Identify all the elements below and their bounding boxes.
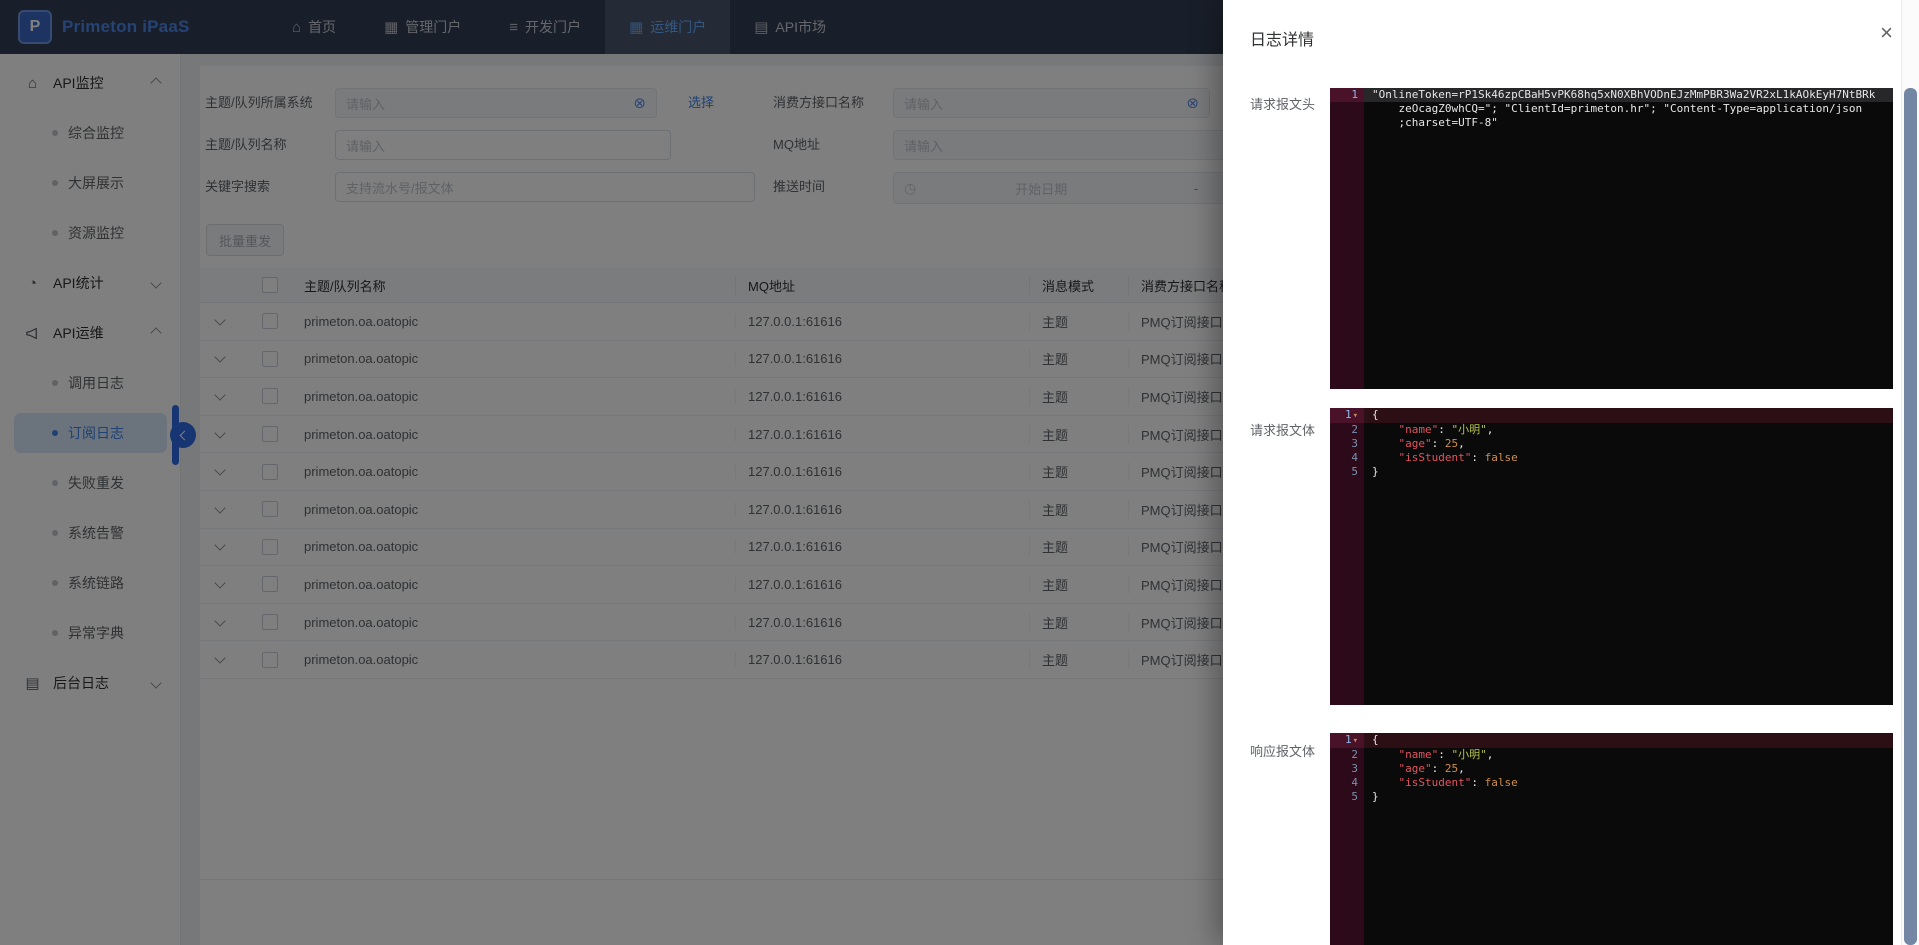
line-number: 2 bbox=[1330, 423, 1364, 437]
code-editor-请求报文头[interactable]: 1 "OnlineToken=rP1Sk46zpCBaH5vPK68hq5xN0… bbox=[1330, 88, 1893, 389]
section-label: 响应报文体 bbox=[1250, 741, 1315, 760]
code-line: 2 "name": "小明", bbox=[1330, 423, 1893, 437]
code-line: 1▾ { bbox=[1330, 408, 1893, 423]
line-number: 1▾ bbox=[1330, 408, 1364, 423]
screen: P Primeton iPaaS ⌂ 首页 ▦ 管理门户 ≡ 开发门户 ▦ 运维… bbox=[0, 0, 1919, 945]
line-number: 4 bbox=[1330, 451, 1364, 465]
line-number: 4 bbox=[1330, 776, 1364, 790]
section-label: 请求报文体 bbox=[1250, 420, 1315, 439]
line-number bbox=[1330, 102, 1364, 116]
log-detail-drawer: 日志详情 × 请求报文头 1 "OnlineToken=rP1Sk46zpCBa… bbox=[1223, 0, 1919, 945]
drawer-scrollbar-thumb[interactable] bbox=[1904, 88, 1917, 945]
line-number: 5 bbox=[1330, 465, 1364, 479]
code-line: ;charset=UTF-8" bbox=[1330, 116, 1893, 130]
line-number: 3 bbox=[1330, 437, 1364, 451]
fold-caret-icon[interactable]: ▾ bbox=[1353, 736, 1358, 746]
code-line: 3 "age": 25, bbox=[1330, 762, 1893, 776]
code-line: 1▾ { bbox=[1330, 733, 1893, 748]
code-editor-请求报文体[interactable]: 1▾ { 2 "name": "小明", 3 "age": 25, 4 "isS… bbox=[1330, 408, 1893, 705]
code-line: 1 "OnlineToken=rP1Sk46zpCBaH5vPK68hq5xN0… bbox=[1330, 88, 1893, 102]
line-number: 1▾ bbox=[1330, 733, 1364, 748]
line-number bbox=[1330, 116, 1364, 130]
code-line: zeOcagZ0whCQ="; "ClientId=primeton.hr"; … bbox=[1330, 102, 1893, 116]
code-editor-响应报文体[interactable]: 1▾ { 2 "name": "小明", 3 "age": 25, 4 "isS… bbox=[1330, 733, 1893, 945]
code-line: 2 "name": "小明", bbox=[1330, 748, 1893, 762]
line-number: 5 bbox=[1330, 790, 1364, 804]
line-number: 2 bbox=[1330, 748, 1364, 762]
fold-caret-icon[interactable]: ▾ bbox=[1353, 411, 1358, 421]
line-number: 3 bbox=[1330, 762, 1364, 776]
close-icon[interactable]: × bbox=[1880, 22, 1893, 44]
code-line: 4 "isStudent": false bbox=[1330, 451, 1893, 465]
line-number: 1 bbox=[1330, 88, 1364, 102]
code-line: 4 "isStudent": false bbox=[1330, 776, 1893, 790]
code-line: 3 "age": 25, bbox=[1330, 437, 1893, 451]
drawer-scrollbar-track[interactable] bbox=[1901, 0, 1919, 945]
section-label: 请求报文头 bbox=[1250, 94, 1315, 113]
drawer-title: 日志详情 bbox=[1250, 26, 1314, 50]
code-line: 5 } bbox=[1330, 790, 1893, 804]
code-line: 5 } bbox=[1330, 465, 1893, 479]
